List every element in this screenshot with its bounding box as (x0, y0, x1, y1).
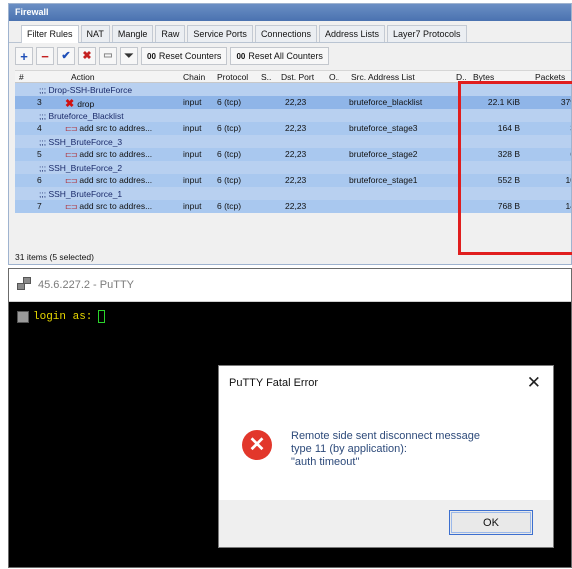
login-prompt: login as: (33, 310, 93, 323)
firewall-title: Firewall (9, 4, 571, 21)
x-icon: ✖ (82, 49, 92, 62)
row-num: 4 (37, 123, 42, 133)
row-protocol: 6 (tcp) (217, 123, 242, 133)
tab-connections[interactable]: Connections (254, 25, 317, 42)
row-chain: input (183, 123, 202, 133)
dialog-title: PuTTY Fatal Error (229, 377, 319, 389)
row-protocol: 6 (tcp) (217, 175, 242, 185)
filter-icon: ⏷ (124, 49, 134, 62)
reset-counters-label: Reset Counters (158, 51, 222, 61)
reset-all-counters-button[interactable]: 00 Reset All Counters (230, 47, 329, 65)
row-protocol: 6 (tcp) (217, 149, 242, 159)
terminal[interactable]: login as: (9, 302, 571, 331)
row-chain: input (183, 201, 202, 211)
col-dst-port[interactable]: Dst. Port (281, 72, 314, 82)
row-dst-port: 22,23 (285, 123, 307, 133)
row-action: add src to addres... (79, 149, 153, 159)
col-src-list[interactable]: Src. Address List (351, 72, 415, 82)
dialog-titlebar: PuTTY Fatal Error ✕ (219, 366, 553, 400)
tab-filter-rules[interactable]: Filter Rules (21, 25, 79, 43)
remove-button[interactable]: − (36, 47, 54, 65)
row-num: 3 (37, 97, 42, 107)
putty-icon (17, 310, 29, 323)
reset-all-icon: 00 (236, 51, 246, 61)
enable-button[interactable]: ✔ (57, 47, 75, 65)
row-action-cell: ⊏⊐ add src to addres... (65, 123, 181, 133)
col-protocol[interactable]: Protocol (217, 72, 257, 82)
check-icon: ✔ (61, 49, 71, 62)
tab-service-ports[interactable]: Service Ports (187, 25, 253, 42)
tab-raw[interactable]: Raw (155, 25, 186, 42)
row-chain: input (183, 149, 202, 159)
reset-counters-icon: 00 (147, 51, 156, 61)
reset-counters-button[interactable]: 00 Reset Counters (141, 47, 228, 65)
row-protocol: 6 (tcp) (217, 97, 242, 107)
disable-button[interactable]: ✖ (78, 47, 96, 65)
add-src-icon: ⊏⊐ (65, 124, 77, 133)
status-bar: 31 items (5 selected) (15, 252, 94, 262)
row-action-cell: ⊏⊐ add src to addres... (65, 201, 181, 211)
row-action-cell: ⊏⊐ add src to addres... (65, 149, 181, 159)
putty-titlebar: 45.6.227.2 - PuTTY (9, 269, 571, 302)
tab-address-lists[interactable]: Address Lists (318, 25, 386, 42)
add-src-icon: ⊏⊐ (65, 202, 77, 211)
row-protocol: 6 (tcp) (217, 201, 242, 211)
close-icon[interactable]: ✕ (527, 373, 541, 393)
add-src-icon: ⊏⊐ (65, 150, 77, 159)
firewall-tabs: Filter Rules NAT Mangle Raw Service Port… (9, 21, 571, 43)
minus-icon: − (41, 48, 49, 64)
ok-button[interactable]: OK (449, 510, 533, 535)
tab-nat[interactable]: NAT (80, 25, 110, 42)
plus-icon: + (20, 48, 28, 64)
row-src-list: bruteforce_stage1 (349, 175, 418, 185)
putty-title: 45.6.227.2 - PuTTY (38, 279, 134, 291)
row-action: add src to addres... (79, 175, 153, 185)
filter-button[interactable]: ⏷ (120, 47, 138, 65)
row-src-list: bruteforce_stage2 (349, 149, 418, 159)
row-src-list: bruteforce_blacklist (349, 97, 423, 107)
row-src-list: bruteforce_stage3 (349, 123, 418, 133)
tab-layer7-protocols[interactable]: Layer7 Protocols (387, 25, 467, 42)
row-dst-port: 22,23 (285, 97, 307, 107)
row-num: 5 (37, 149, 42, 159)
row-chain: input (183, 97, 202, 107)
tab-mangle[interactable]: Mangle (111, 25, 154, 42)
reset-all-label: Reset All Counters (248, 51, 323, 61)
row-dst-port: 22,23 (285, 149, 307, 159)
add-src-icon: ⊏⊐ (65, 176, 77, 185)
row-action-cell: ⊏⊐ add src to addres... (65, 175, 181, 185)
col-num[interactable]: # (19, 72, 24, 82)
comment-icon: ▭ (103, 50, 113, 61)
dialog-footer: OK (219, 500, 553, 547)
terminal-cursor (98, 310, 106, 323)
error-message: Remote side sent disconnect message type… (291, 430, 480, 468)
row-action: add src to addres... (79, 201, 153, 211)
row-chain: input (183, 175, 202, 185)
add-button[interactable]: + (15, 47, 33, 65)
error-circle-icon: ✕ (242, 430, 272, 460)
dialog-body: ✕ Remote side sent disconnect message ty… (219, 400, 553, 502)
row-dst-port: 22,23 (285, 201, 307, 211)
fatal-error-dialog: PuTTY Fatal Error ✕ ✕ Remote side sent d… (218, 365, 554, 548)
row-action: add src to addres... (79, 123, 153, 133)
row-num: 7 (37, 201, 42, 211)
row-dst-port: 22,23 (285, 175, 307, 185)
highlight-box (458, 81, 572, 255)
col-action[interactable]: Action (71, 72, 187, 82)
col-s[interactable]: S.. (261, 72, 275, 82)
comment-button[interactable]: ▭ (99, 47, 117, 65)
row-action: drop (77, 99, 95, 109)
row-num: 6 (37, 175, 42, 185)
col-o[interactable]: O.. (329, 72, 339, 82)
putty-icon (17, 277, 33, 293)
col-chain[interactable]: Chain (183, 72, 215, 82)
firewall-toolbar: + − ✔ ✖ ▭ ⏷ 00 Reset Counters 00 Reset A… (9, 43, 571, 69)
